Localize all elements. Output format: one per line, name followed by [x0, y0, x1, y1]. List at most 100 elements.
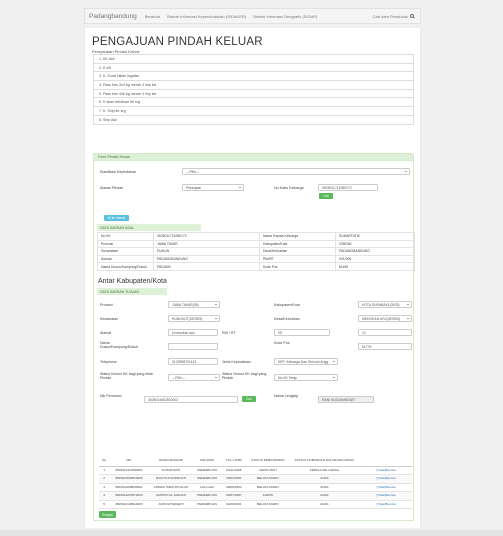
rw-input[interactable]: 05: [274, 329, 330, 336]
table-cell: RW/RT: [259, 254, 336, 264]
table-cell: ANIS FATMAWATI: [148, 500, 194, 510]
table-cell: PADANGBANDUNG: [335, 247, 415, 256]
kodepos-input[interactable]: 61776: [358, 343, 412, 350]
cari-nik-label: Cari: [246, 397, 252, 401]
rw-value: 05: [278, 330, 282, 335]
rtrw-label: RW / RT: [222, 331, 236, 335]
status-pindah-select[interactable]: No KK Tetap: [274, 374, 338, 381]
table-cell: 5: [99, 500, 110, 510]
nav-link-sidaker[interactable]: Sistem Informasi Kependudukan (SIDAKER): [167, 14, 246, 19]
no-kk-input[interactable]: 3525011711080172: [318, 184, 378, 191]
table-header: STATUS PERKAWINAN: [247, 456, 289, 467]
table-cell: 26/02/1981: [220, 474, 248, 484]
cetak-link[interactable]: [Tidak]Bersiko: [360, 500, 412, 510]
table-header: [360, 456, 412, 467]
alasan-select[interactable]: Pekerjaan: [182, 184, 244, 191]
table-cell: 28/08/1984: [220, 483, 248, 493]
jenis-label: Jenis Kepindahan: [222, 360, 251, 364]
nav-link-sigap[interactable]: Sistem Informasi Geografis (SIGAP): [253, 14, 317, 19]
daerah-asal-header: DATA DAERAH ASAL: [97, 224, 201, 231]
table-cell: Desa/Kelurahan: [259, 247, 336, 256]
cari-kk-button[interactable]: Cari: [319, 193, 333, 199]
table-cell: ANAK: [288, 491, 361, 501]
kabupaten-value: KOTA SURABAYA(3578): [362, 302, 400, 307]
table-cell: Kabupaten/Kota: [259, 239, 336, 249]
cetak-link[interactable]: [Tidak]Bersiko: [360, 491, 412, 501]
list-item: 7. K. Ship lbr srg: [94, 107, 413, 116]
list-item: 5. Pass foto 4x6 bg merah 4 lmp kel: [94, 90, 413, 99]
table-cell: 3525011711080172: [153, 232, 260, 241]
cetak-link[interactable]: [Tidak]Bersiko: [360, 483, 412, 493]
table-row: 4 3525014207870004 ZAHROTUL JANNAH PEREMPUA…: [99, 491, 412, 501]
table-row: Nama Dusun/Kampung/Dukuh PADANG Kode Pos 61…: [97, 262, 415, 271]
table-cell: SUHARTATIK: [335, 232, 415, 241]
klasifikasi-value: ---Pilih---: [186, 169, 200, 174]
table-header: TGL LAHIR: [220, 456, 248, 467]
simpan-label: Simpan: [102, 512, 113, 517]
nav-link-beranda[interactable]: Beranda: [145, 14, 160, 19]
cetak-link[interactable]: [Tidak]Bersiko: [360, 466, 412, 476]
nama-label: Nama Lengkap: [274, 394, 299, 398]
simpan-button[interactable]: Simpan: [99, 511, 116, 518]
table-cell: Alamat: [97, 254, 154, 264]
table-row: 2 3525014602810003 RANI SUCIANINGATI PEREMP…: [99, 474, 412, 484]
kabupaten-select[interactable]: KOTA SURABAYA(3578): [358, 301, 412, 308]
table-row: 3 3525012808840001 AHMAD HIDAYATULLAH LAKI-…: [99, 483, 412, 493]
panel-title: Form Pindah Keluar: [98, 155, 130, 159]
table-cell: 04/11/1965: [220, 466, 248, 476]
table-cell: KEPALA KELUARGA: [288, 466, 361, 476]
table-cell: SUHARTATIK: [148, 466, 194, 476]
klasifikasi-select[interactable]: ---Pilih---: [182, 168, 410, 175]
table-cell: No KK: [97, 232, 154, 241]
nik-value: 3525014602810002: [148, 397, 179, 402]
dusun-input[interactable]: -: [168, 343, 218, 350]
table-row: No KK 3525011711080172 Nama Kepala Keluarg…: [97, 232, 415, 241]
rt-input[interactable]: 12: [358, 329, 412, 336]
telepon-input[interactable]: 0123998791123: [168, 358, 218, 365]
table-cell: AHMAD HIDAYATULLAH: [148, 483, 194, 493]
telepon-label: Telephone: [100, 360, 117, 364]
chevron-down-icon: [239, 186, 241, 188]
jenis-select[interactable]: KEP. Keluarga Dan Seluruh Angg: [274, 358, 338, 365]
alasan-value: Pekerjaan: [186, 185, 202, 190]
daerah-asal-table: No KK 3525011711080172 Nama Kepala Keluarg…: [97, 232, 415, 271]
isi-button[interactable]: Isi ke bawah: [104, 215, 129, 221]
table-cell: 4: [99, 491, 110, 501]
chevron-down-icon: [333, 360, 335, 362]
table-cell: 61155: [335, 262, 415, 271]
table-cell: Provinsi: [97, 239, 154, 249]
table-cell: PEREMPUAN: [193, 500, 221, 510]
table-cell: GRESIK: [335, 239, 415, 249]
jenis-value: KEP. Keluarga Dan Seluruh Angg: [278, 359, 329, 364]
table-cell: ZAHROTUL JANNAH: [148, 491, 194, 501]
desa-select[interactable]: MEDOKAN AYU(357805): [358, 315, 412, 322]
cetak-link[interactable]: [Tidak]Bersiko: [360, 474, 412, 484]
daerah-tujuan-header: DATA DAERAH TUJUAN: [97, 288, 167, 295]
table-cell: 3525014602810003: [109, 474, 149, 484]
nik-input[interactable]: 3525014602810002: [144, 396, 238, 403]
requirements-list: 1. KK Asli 2. K-KK 3. K. Surat Nikah leg…: [93, 54, 414, 125]
bottom-scrollbar[interactable]: [0, 530, 503, 536]
table-cell: 3525014411650002: [109, 466, 149, 476]
status-tidak-select[interactable]: ---Pilih---: [168, 374, 220, 381]
kodepos-label: Kode Pos: [274, 341, 290, 345]
search-penduduk-link[interactable]: Cari data Penduduk: [373, 14, 414, 19]
list-item: 8. Ship Asli: [94, 116, 413, 125]
provinsi-label: Provinsi: [100, 303, 113, 307]
alamat-value: jl medokan ayu: [172, 330, 195, 335]
kecamatan-select[interactable]: RUNGKUT(357805): [168, 315, 220, 322]
alamat-input[interactable]: jl medokan ayu: [168, 329, 218, 336]
table-cell: Nama Kepala Keluarga: [259, 232, 336, 241]
table-cell: 3525014108910003: [109, 500, 149, 510]
table-row: 1 3525014411650002 SUHARTATIK PEREMPUAN 04/1…: [99, 466, 412, 476]
table-cell: CERAI MATI: [247, 466, 289, 476]
table-cell: BELUM KAWIN: [247, 474, 289, 484]
table-cell: PEREMPUAN: [193, 474, 221, 484]
table-cell: Nama Dusun/Kampung/Dukuh: [97, 262, 154, 271]
cari-nik-button[interactable]: Cari: [242, 396, 256, 402]
list-item: 1. KK Asli: [94, 55, 413, 64]
table-row: Provinsi JAWA TIMUR Kabupaten/Kota GRESIK: [97, 239, 415, 249]
provinsi-select[interactable]: JAWA TIMUR(35): [168, 301, 220, 308]
nama-input[interactable]: RANI SUCIANINGATI: [318, 396, 374, 403]
brand-link[interactable]: Padangbandung: [89, 13, 137, 20]
